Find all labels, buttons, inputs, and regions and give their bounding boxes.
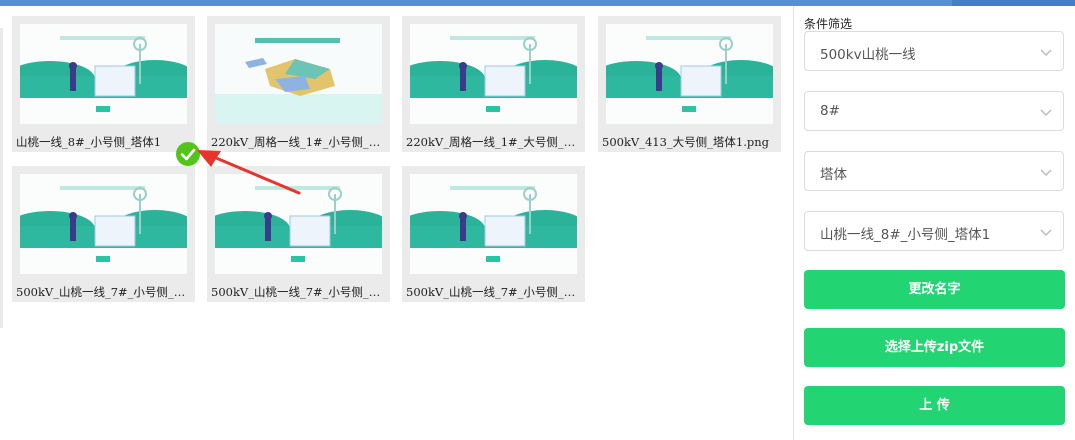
scene-thumbnail	[410, 174, 577, 274]
image-card-label: 500kV_山桃一线_7#_小号侧_塔体	[16, 285, 191, 299]
left-edge-divider	[0, 28, 3, 328]
map-thumbnail	[215, 24, 382, 124]
scene-thumbnail	[20, 174, 187, 274]
image-card-label: 500kV_山桃一线_7#_小号侧_塔体	[211, 285, 386, 299]
tower-select-value: 8#	[820, 103, 840, 119]
rename-button[interactable]: 更改名字	[804, 270, 1065, 309]
image-card[interactable]: 220kV_周格一线_1#_小号侧_塔体	[207, 16, 390, 152]
scene-icon	[606, 24, 773, 124]
line-select-value: 500kv山桃一线	[820, 47, 916, 63]
image-card-label: 500kV_山桃一线_7#_小号侧_塔体	[406, 285, 581, 299]
image-card-label: 220kV_周格一线_1#_小号侧_塔体	[211, 135, 386, 149]
chevron-down-icon	[1040, 109, 1052, 117]
image-card[interactable]: 500kV_山桃一线_7#_小号侧_塔体	[402, 166, 585, 302]
scene-icon	[410, 24, 577, 124]
scene-icon	[20, 24, 187, 124]
image-card[interactable]: 220kV_周格一线_1#_大号侧_塔体	[402, 16, 585, 152]
filter-title: 条件筛选	[804, 17, 853, 31]
chevron-down-icon	[1040, 169, 1052, 177]
image-card-label: 500kV_413_大号侧_塔体1.png	[602, 135, 770, 149]
filter-sidebar: 条件筛选 500kv山桃一线 8# 塔体 山桃一线_8#_小号侧_塔体1 更改名…	[793, 6, 1075, 440]
image-card[interactable]: 山桃一线_8#_小号侧_塔体1	[12, 16, 195, 152]
image-select[interactable]: 山桃一线_8#_小号侧_塔体1	[804, 211, 1064, 251]
image-card[interactable]: 500kV_413_大号侧_塔体1.png	[598, 16, 781, 152]
chevron-down-icon	[1040, 49, 1052, 57]
map-icon	[215, 24, 382, 124]
upload-button[interactable]: 上 传	[804, 386, 1065, 425]
scene-icon	[410, 174, 577, 274]
image-card[interactable]: 500kV_山桃一线_7#_小号侧_塔体	[12, 166, 195, 302]
tower-select[interactable]: 8#	[804, 91, 1064, 131]
scene-icon	[20, 174, 187, 274]
image-card-label: 220kV_周格一线_1#_大号侧_塔体	[406, 135, 581, 149]
part-select[interactable]: 塔体	[804, 151, 1064, 191]
image-gallery: 山桃一线_8#_小号侧_塔体1 220kV_周格一线_1#_小号侧_塔体 220…	[12, 16, 787, 316]
image-card-label: 山桃一线_8#_小号侧_塔体1	[16, 135, 162, 149]
scene-thumbnail	[410, 24, 577, 124]
image-select-value: 山桃一线_8#_小号侧_塔体1	[820, 227, 991, 243]
red-arrow-annotation-icon	[197, 150, 301, 195]
chevron-down-icon	[1040, 229, 1052, 237]
choose-zip-button[interactable]: 选择上传zip文件	[804, 328, 1065, 367]
scene-thumbnail	[606, 24, 773, 124]
part-select-value: 塔体	[820, 167, 847, 183]
line-select[interactable]: 500kv山桃一线	[804, 31, 1064, 71]
scene-thumbnail	[20, 24, 187, 124]
